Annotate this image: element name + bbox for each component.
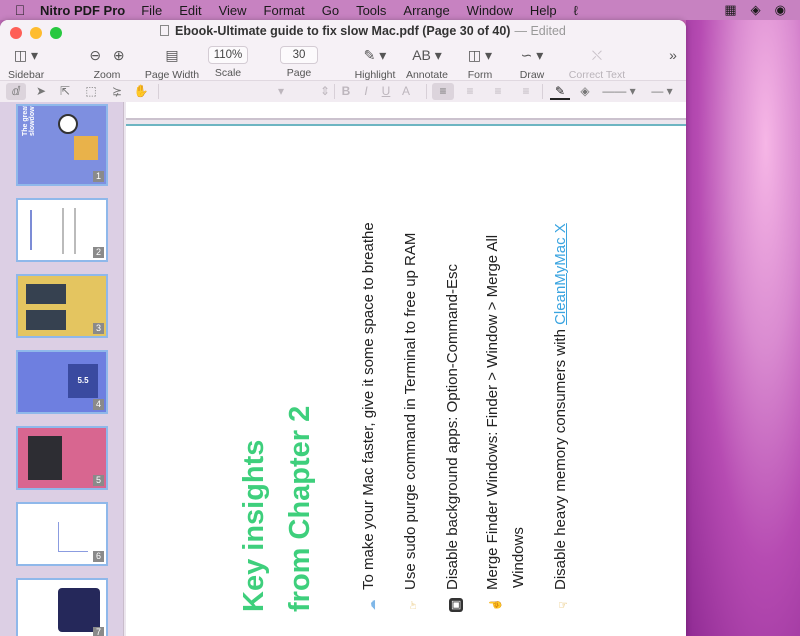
menu-view[interactable]: View (219, 3, 247, 18)
pointing-hand-icon: ☟ (558, 601, 570, 609)
close-button[interactable] (10, 27, 22, 39)
underline-icon[interactable]: U (378, 83, 394, 100)
minimize-button[interactable] (30, 27, 42, 39)
line-style-select[interactable]: —— ▾ (598, 83, 640, 100)
line-weight-select[interactable]: — ▾ (644, 83, 680, 100)
control-center-icon[interactable]: ◉ (775, 2, 786, 18)
menu-help[interactable]: Help (530, 3, 557, 18)
fullscreen-button[interactable] (50, 27, 62, 39)
hand-tool-icon[interactable]: ✋ (132, 83, 150, 100)
menu-arrange[interactable]: Arrange (403, 3, 449, 18)
bullet-2: ☞Use sudo purge command in Terminal to f… (402, 233, 421, 612)
thumbnail-1-title: The great slowdown (22, 104, 36, 136)
menu-format[interactable]: Format (264, 3, 305, 18)
zoom-control[interactable]: ⊖ ⊕ Zoom (80, 44, 134, 81)
app-menu[interactable]: Nitro PDF Pro (40, 3, 125, 18)
menu-file[interactable]: File (141, 3, 162, 18)
marquee-tool-icon[interactable]: ⬚ (82, 83, 100, 100)
text-color-icon[interactable]: A (398, 83, 414, 100)
text-select-tool-icon[interactable]: ⅆ (6, 83, 26, 100)
form-button[interactable]: ◫ ▾ Form (462, 44, 498, 81)
object-select-tool-icon[interactable]: ⇱ (56, 83, 74, 100)
bullet-4-continued: Windows (510, 527, 527, 588)
annotate-button[interactable]: AB ▾ Annotate (404, 44, 450, 81)
layers-icon[interactable]: ◈ (751, 2, 761, 18)
menu-bar:  Nitro PDF Pro File Edit View Format Go… (0, 0, 800, 20)
align-left-icon[interactable]: ≡ (432, 83, 454, 100)
zoom-out-icon[interactable]: ⊖ (89, 47, 101, 63)
app-window: Ebook-Ultimate guide to fix slow Mac.pdf… (0, 20, 686, 636)
italic-icon[interactable]: I (358, 83, 374, 100)
apple-icon[interactable]:  (0, 2, 40, 18)
bold-icon[interactable]: B (338, 83, 354, 100)
correct-text-button[interactable]: ⛌ Correct Text (568, 44, 626, 81)
title-bar: Ebook-Ultimate guide to fix slow Mac.pdf… (0, 20, 686, 102)
align-justify-icon[interactable]: ≡ (516, 83, 536, 100)
menu-go[interactable]: Go (322, 3, 339, 18)
font-size-stepper[interactable]: ⇕ (290, 83, 330, 100)
pdf-page[interactable]: Key insights from Chapter 2 ☁To make you… (126, 124, 686, 636)
script-icon[interactable]: ℓ (574, 3, 578, 18)
scale-control[interactable]: 110% Scale (206, 44, 250, 79)
align-right-icon[interactable]: ≡ (488, 83, 508, 100)
page-thumbnails-sidebar[interactable]: The great slowdown 1 2 3 5.5 4 5 6 7 (0, 102, 124, 636)
font-family-select[interactable]: ▾ (164, 83, 284, 100)
previous-page-edge (126, 102, 686, 120)
thumbnail-page-2[interactable]: 2 (16, 198, 108, 262)
edited-status: — Edited (514, 24, 566, 38)
annotate-icon: AB ▾ (412, 47, 442, 63)
scale-field[interactable]: 110% (208, 46, 248, 64)
sidebar-button[interactable]: ◫ ▾ Sidebar (8, 44, 44, 81)
page-control[interactable]: 30 Page (280, 44, 318, 79)
fill-color-icon[interactable]: ◈ (576, 83, 594, 100)
bullet-3: ▣Disable background apps: Option-Command… (444, 264, 463, 612)
format-bar: ⅆ ➤ ⇱ ⬚ ⪲ ✋ ▾ ⇕ B I U A ≡ ≡ ≡ ≡ ✎ ◈ —— ▾… (0, 80, 686, 102)
thumbnail-page-4[interactable]: 5.5 4 (16, 350, 108, 414)
thumbnail-page-1[interactable]: The great slowdown 1 (16, 104, 108, 186)
pointer-tool-icon[interactable]: ➤ (32, 83, 50, 100)
thumbnail-page-7[interactable]: 7 (16, 578, 108, 636)
sidebar-icon: ◫ ▾ (13, 47, 39, 63)
stroke-color-icon[interactable]: ✎ (550, 83, 570, 100)
page-width-icon: ▤ (165, 47, 179, 63)
window-title: Ebook-Ultimate guide to fix slow Mac.pdf… (160, 24, 566, 38)
highlight-button[interactable]: ✎ ▾ Highlight (352, 44, 398, 81)
thumbnail-page-3[interactable]: 3 (16, 274, 108, 338)
brain-icon: ☁ (366, 599, 378, 611)
thumbnail-4-figure: 5.5 (68, 364, 98, 398)
draw-icon: ∽ ▾ (520, 47, 544, 63)
page-width-button[interactable]: ▤ Page Width (144, 44, 200, 81)
clock-icon (58, 114, 78, 134)
desktop-wallpaper (686, 20, 800, 636)
crop-tool-icon[interactable]: ⪲ (108, 83, 126, 100)
heading-line-1: Key insights (238, 439, 270, 612)
menu-edit[interactable]: Edit (179, 3, 201, 18)
hand-icon: ☞ (408, 600, 420, 610)
align-center-icon[interactable]: ≡ (460, 83, 480, 100)
highlighter-icon: ✎ ▾ (363, 47, 387, 63)
chevron-right-icon: » (669, 47, 677, 63)
toolbar-overflow-button[interactable]: » (664, 44, 682, 66)
finger-icon: ☝ (490, 598, 502, 612)
bullet-1: ☁To make your Mac faster, give it some s… (360, 222, 378, 611)
thumbnail-page-6[interactable]: 6 (16, 502, 108, 566)
page-field[interactable]: 30 (280, 46, 318, 64)
document-icon (160, 25, 169, 36)
draw-button[interactable]: ∽ ▾ Draw (514, 44, 550, 81)
document-view[interactable]: Key insights from Chapter 2 ☁To make you… (124, 102, 686, 636)
status-app-icon[interactable]: ▦ (724, 2, 736, 18)
thumbnail-page-5[interactable]: 5 (16, 426, 108, 490)
cleanmymac-link[interactable]: CleanMyMac X (552, 223, 569, 325)
bullet-5: ☟Disable heavy memory consumers with Cle… (552, 223, 571, 612)
correct-text-icon: ⛌ (591, 47, 603, 63)
menu-tools[interactable]: Tools (356, 3, 386, 18)
heading-line-2: from Chapter 2 (284, 405, 316, 612)
bullet-4: ☝Merge Finder Windows: Finder > Window >… (484, 234, 502, 612)
app-icon: ▣ (449, 598, 463, 612)
zoom-in-icon[interactable]: ⊕ (113, 47, 125, 63)
menu-window[interactable]: Window (467, 3, 513, 18)
form-icon: ◫ ▾ (467, 47, 493, 63)
